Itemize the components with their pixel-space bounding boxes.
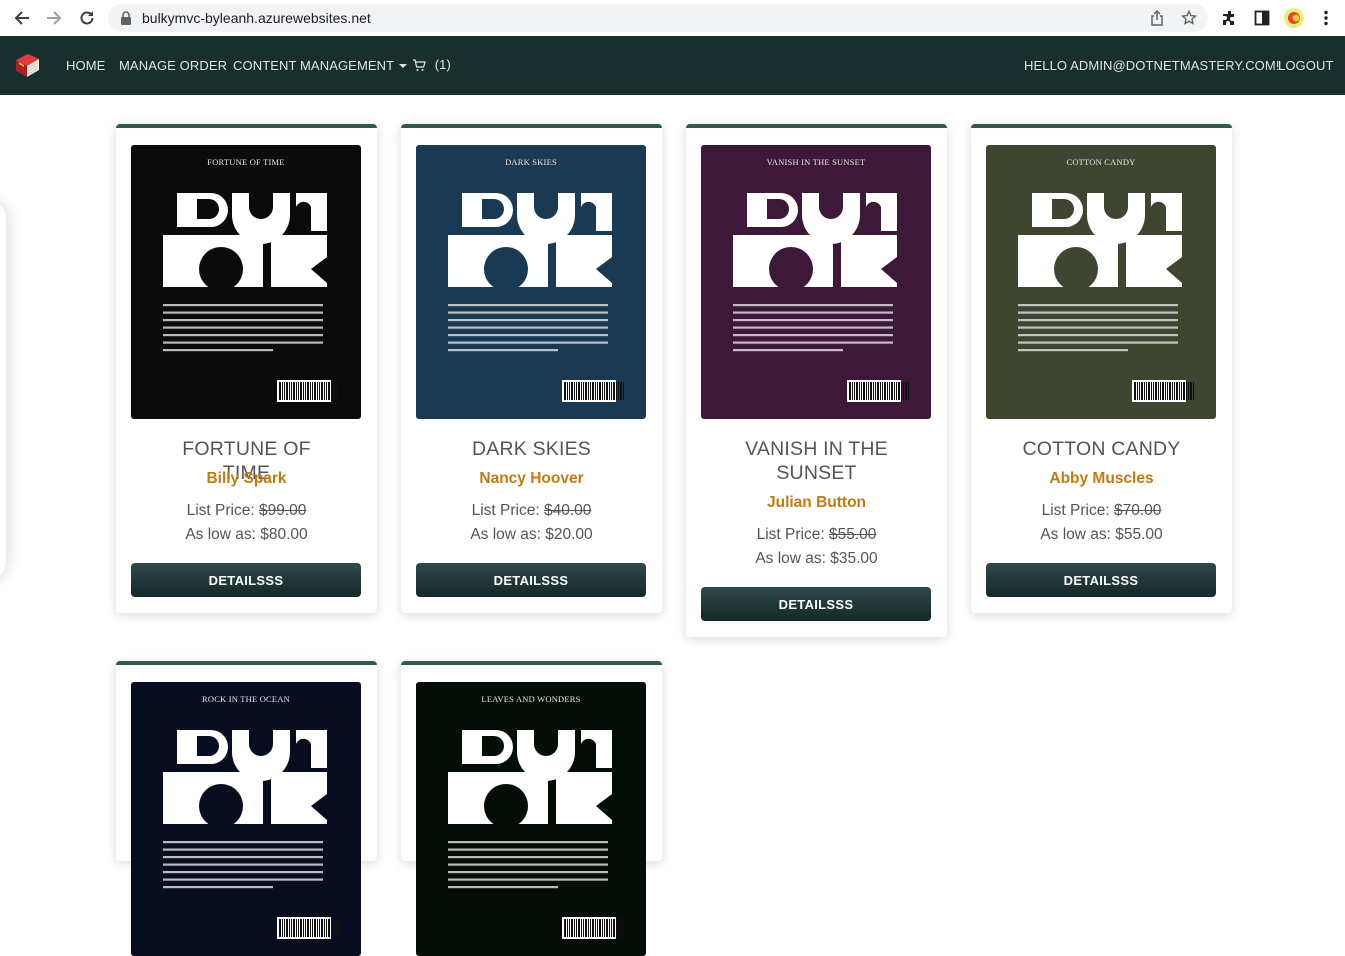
low-price-line: As low as: $80.00: [116, 526, 377, 544]
book-cover-image[interactable]: LEAVES AND WONDERS: [416, 682, 646, 956]
list-price-label: List Price:: [186, 502, 259, 519]
cover-title-text: ROCK IN THE OCEAN: [201, 694, 290, 704]
list-price-label: List Price:: [471, 502, 544, 519]
dropdown-caret-icon: [399, 63, 408, 68]
book-cover-image[interactable]: DARK SKIES: [416, 145, 646, 419]
book-author: Billy Spark: [206, 470, 287, 487]
nav-home[interactable]: HOME: [66, 58, 105, 73]
book-author: Nancy Hoover: [479, 470, 584, 487]
share-icon[interactable]: [1148, 9, 1166, 27]
reload-icon[interactable]: [75, 6, 99, 30]
product-card: LEAVES AND WONDERS: [401, 661, 662, 956]
list-price-line: List Price: $40.00: [401, 502, 662, 520]
profile-avatar-icon[interactable]: [1284, 8, 1304, 28]
forward-icon[interactable]: [42, 6, 66, 30]
low-price-line: As low as: $20.00: [401, 526, 662, 544]
book-cover-image[interactable]: ROCK IN THE OCEAN: [131, 682, 361, 956]
low-price-label: As low as:: [185, 526, 261, 543]
list-price-label: List Price:: [756, 526, 829, 543]
low-price-label: As low as:: [1040, 526, 1116, 543]
url-text: bulkymvc-byleanh.azurewebsites.net: [142, 10, 371, 26]
low-price-value: $20.00: [545, 526, 593, 543]
product-card: FORTUNE OF TIME FORTUNE OF TIME Billy Spar…: [116, 124, 377, 613]
book-logo-icon[interactable]: [12, 50, 42, 80]
browser-toolbar: bulkymvc-byleanh.azurewebsites.net: [0, 0, 1345, 36]
book-cover-image[interactable]: FORTUNE OF TIME: [131, 145, 361, 419]
list-price-value: $99.00: [258, 502, 307, 519]
details-button[interactable]: DETAILSSS: [701, 587, 931, 621]
book-title: COTTON CANDY: [1022, 438, 1181, 460]
book-author: Abby Muscles: [1049, 470, 1154, 487]
list-price-label: List Price:: [1041, 502, 1114, 519]
list-price-value: $55.00: [828, 526, 877, 543]
cart-icon: [413, 58, 426, 71]
details-button[interactable]: DETAILSSS: [986, 563, 1216, 597]
nav-content-management-label: CONTENT MANAGEMENT: [233, 58, 395, 73]
cart-count: (1): [434, 57, 451, 73]
user-greeting[interactable]: HELLO ADMIN@DOTNETMASTERY.COM!: [1024, 58, 1280, 73]
cover-title-text: DARK SKIES: [505, 157, 557, 167]
nav-cart[interactable]: (1): [412, 56, 451, 72]
list-price-line: List Price: $99.00: [116, 502, 377, 520]
book-title: VANISH IN THE SUNSET: [745, 438, 888, 484]
list-price-value: $40.00: [543, 502, 592, 519]
product-card: ROCK IN THE OCEAN: [116, 661, 377, 956]
low-price-label: As low as:: [470, 526, 546, 543]
cover-title-text: VANISH IN THE SUNSET: [766, 157, 866, 167]
book-author: Julian Button: [766, 494, 867, 511]
product-card: COTTON CANDY COTTON CANDY Abby Muscles List…: [971, 124, 1232, 613]
nav-manage-order[interactable]: MANAGE ORDER: [119, 58, 227, 73]
page-edge-shadow: [0, 200, 6, 580]
side-panel-icon[interactable]: [1252, 8, 1272, 28]
cover-title-text: COTTON CANDY: [1066, 157, 1136, 167]
details-button[interactable]: DETAILSSS: [416, 563, 646, 597]
back-icon[interactable]: [10, 6, 34, 30]
cover-title-text: FORTUNE OF TIME: [207, 157, 285, 167]
list-price-value: $70.00: [1113, 502, 1162, 519]
nav-content-management[interactable]: CONTENT MANAGEMENT: [233, 58, 408, 73]
product-card: DARK SKIES DARK SKIES Nancy Hoover List Pri…: [401, 124, 662, 613]
low-price-line: As low as: $35.00: [686, 550, 947, 568]
book-title: DARK SKIES: [471, 438, 592, 460]
details-button[interactable]: DETAILSSS: [131, 563, 361, 597]
book-cover-image[interactable]: VANISH IN THE SUNSET: [701, 145, 931, 419]
lock-icon: [120, 11, 132, 30]
low-price-label: As low as:: [755, 550, 831, 567]
bookmark-star-icon[interactable]: [1180, 9, 1198, 27]
menu-dots-icon[interactable]: [1316, 8, 1336, 28]
product-card: VANISH IN THE SUNSET VANISH IN THE SUNSET…: [686, 124, 947, 637]
low-price-line: As low as: $55.00: [971, 526, 1232, 544]
cover-title-text: LEAVES AND WONDERS: [481, 694, 581, 704]
low-price-value: $55.00: [1115, 526, 1163, 543]
list-price-line: List Price: $70.00: [971, 502, 1232, 520]
address-bar[interactable]: bulkymvc-byleanh.azurewebsites.net: [108, 4, 1208, 32]
book-cover-image[interactable]: COTTON CANDY: [986, 145, 1216, 419]
list-price-line: List Price: $55.00: [686, 526, 947, 544]
extensions-icon[interactable]: [1220, 8, 1240, 28]
low-price-value: $35.00: [830, 550, 878, 567]
main-navbar: HOME MANAGE ORDER CONTENT MANAGEMENT (1)…: [0, 36, 1345, 95]
low-price-value: $80.00: [260, 526, 308, 543]
nav-logout[interactable]: LOGOUT: [1278, 58, 1334, 73]
